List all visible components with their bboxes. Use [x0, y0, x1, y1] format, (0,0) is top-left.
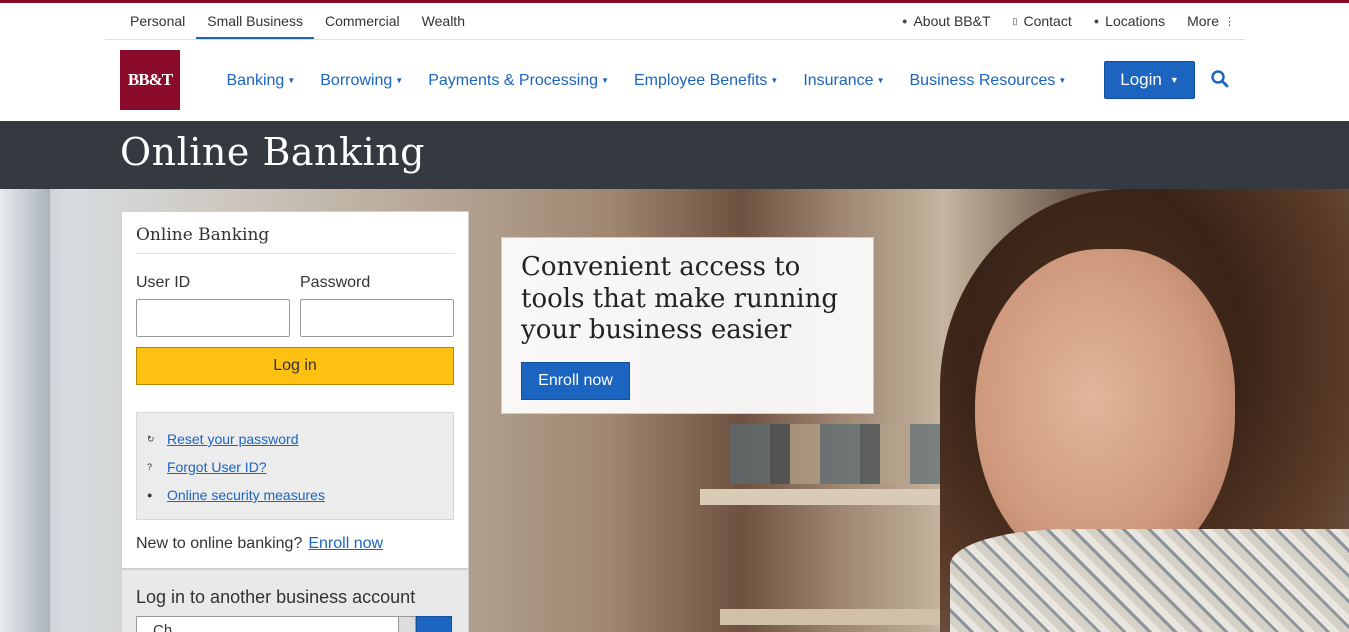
nav-employee-benefits-label: Employee Benefits	[633, 71, 768, 89]
about-link-label: About BB&T	[913, 13, 991, 29]
vertical-dots-icon: ⋮	[1224, 15, 1235, 28]
forgot-user-id-link[interactable]: Forgot User ID?	[167, 459, 267, 475]
contact-link[interactable]: ▯ Contact	[1013, 13, 1072, 29]
map-pin-icon: ●	[1093, 16, 1100, 26]
enroll-now-link[interactable]: Enroll now	[308, 535, 383, 552]
page-title: Online Banking	[120, 130, 426, 174]
nav-employee-benefits[interactable]: Employee Benefits ▼	[634, 72, 778, 90]
online-banking-login-panel: Online Banking User ID Password Log in ↻…	[121, 211, 469, 569]
question-icon: ?	[147, 462, 153, 472]
user-id-input[interactable]	[136, 299, 290, 337]
segment-tab-wealth[interactable]: Wealth	[411, 3, 476, 39]
password-input[interactable]	[300, 299, 454, 337]
security-measures-link[interactable]: Online security measures	[167, 487, 325, 503]
caret-down-icon: ▼	[601, 75, 609, 85]
nav-insurance-label: Insurance	[803, 71, 874, 89]
nav-banking[interactable]: Banking ▼	[227, 72, 296, 90]
hero-person-shirt	[950, 529, 1349, 632]
login-dropdown-button[interactable]: Login ▼	[1104, 61, 1195, 99]
caret-down-icon: ▼	[876, 75, 885, 85]
refresh-icon: ↻	[147, 433, 155, 444]
segment-tabs: Personal Small Business Commercial Wealt…	[119, 3, 476, 39]
help-item-forgot-user-id: ? Forgot User ID?	[147, 459, 267, 475]
bbt-logo[interactable]: BB&T	[120, 50, 180, 110]
utility-links: ● About BB&T ▯ Contact ● Locations More …	[880, 3, 1235, 39]
account-type-select[interactable]: Ch	[136, 616, 414, 632]
shield-icon: ●	[147, 490, 153, 500]
select-caret-icon[interactable]	[398, 616, 416, 632]
promo-headline: Convenient access to tools that make run…	[521, 252, 839, 345]
about-link[interactable]: ● About BB&T	[902, 13, 990, 29]
person-icon: ●	[902, 16, 908, 26]
nav-payments-processing[interactable]: Payments & Processing ▼	[428, 72, 609, 90]
nav-borrowing[interactable]: Borrowing ▼	[320, 72, 403, 90]
segment-tab-commercial[interactable]: Commercial	[314, 3, 411, 39]
log-in-button[interactable]: Log in	[136, 347, 454, 385]
contact-link-label: Contact	[1023, 13, 1072, 29]
help-item-security: ● Online security measures	[147, 487, 325, 503]
other-account-title: Log in to another business account	[136, 587, 416, 607]
phone-icon: ▯	[1012, 15, 1018, 26]
promo-enroll-button[interactable]: Enroll now	[521, 362, 630, 400]
search-icon[interactable]	[1210, 69, 1230, 89]
segment-tab-personal[interactable]: Personal	[119, 3, 196, 39]
nav-payments-label: Payments & Processing	[428, 71, 599, 89]
nav-borrowing-label: Borrowing	[320, 71, 393, 89]
nav-insurance[interactable]: Insurance ▼	[803, 72, 884, 90]
user-id-label: User ID	[136, 274, 191, 291]
caret-down-icon: ▼	[1169, 75, 1179, 85]
new-user-prompt: New to online banking?	[136, 535, 303, 552]
nav-business-resources[interactable]: Business Resources ▼	[910, 72, 1067, 90]
caret-down-icon: ▼	[287, 75, 296, 85]
locations-link[interactable]: ● Locations	[1094, 13, 1165, 29]
new-user-row: New to online banking? Enroll now	[136, 535, 383, 553]
caret-down-icon: ▼	[1058, 75, 1067, 85]
reset-password-link[interactable]: Reset your password	[167, 431, 299, 447]
caret-down-icon: ▼	[395, 75, 404, 85]
utility-bar: Personal Small Business Commercial Wealt…	[105, 3, 1245, 40]
hero-window-decor	[0, 189, 50, 632]
segment-tab-small-business[interactable]: Small Business	[196, 3, 314, 39]
page-banner: Online Banking	[0, 121, 1349, 189]
nav-banking-label: Banking	[226, 71, 285, 89]
help-links-box: ↻ Reset your password ? Forgot User ID? …	[136, 412, 454, 520]
other-account-panel: Log in to another business account Ch	[121, 569, 469, 632]
login-panel-title: Online Banking	[136, 225, 455, 254]
caret-down-icon: ▼	[770, 75, 779, 85]
help-item-reset-password: ↻ Reset your password	[147, 431, 299, 447]
login-button-label: Login	[1120, 70, 1162, 89]
more-menu[interactable]: More ⋮	[1187, 13, 1235, 29]
main-navigation: BB&T Banking ▼ Borrowing ▼ Payments & Proc…	[0, 40, 1349, 121]
promo-card: Convenient access to tools that make run…	[501, 237, 874, 414]
other-account-go-button[interactable]	[416, 616, 452, 632]
primary-nav-menu: Banking ▼ Borrowing ▼ Payments & Processin…	[214, 40, 1079, 121]
more-menu-label: More	[1187, 13, 1219, 29]
locations-link-label: Locations	[1105, 13, 1166, 29]
nav-business-resources-label: Business Resources	[909, 71, 1056, 89]
password-label: Password	[300, 274, 371, 291]
